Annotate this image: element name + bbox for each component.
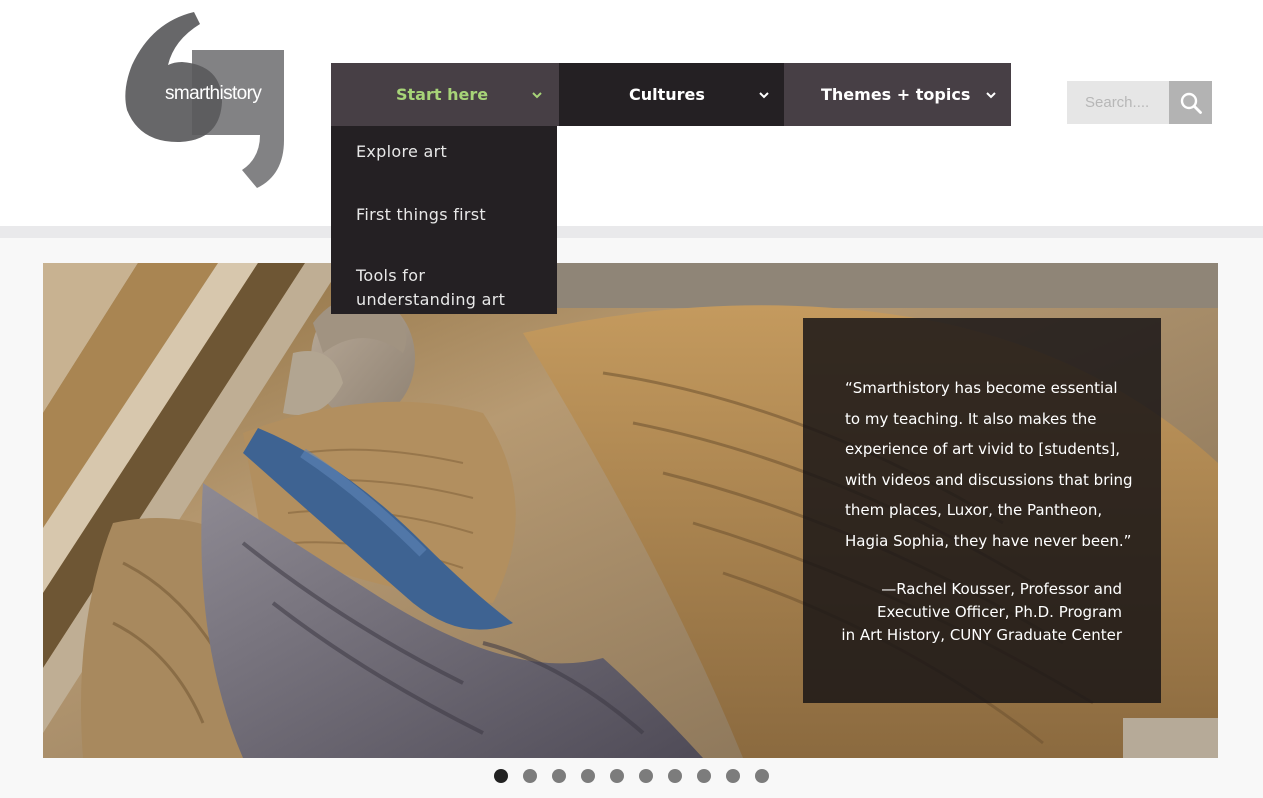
- testimonial-attribution: —Rachel Kousser, Professor and Executive…: [841, 580, 1122, 644]
- search-input[interactable]: [1067, 81, 1169, 124]
- chevron-down-icon: [532, 92, 542, 99]
- carousel-dot[interactable]: [755, 769, 769, 783]
- search-icon: [1180, 92, 1202, 114]
- carousel-dot[interactable]: [639, 769, 653, 783]
- carousel-dot[interactable]: [494, 769, 508, 783]
- testimonial-box: “Smarthistory has become essential to my…: [803, 318, 1161, 703]
- nav-item-label: Start here: [396, 85, 489, 104]
- dropdown-item-tools-for-understanding-art[interactable]: Tools for understanding art: [356, 264, 546, 312]
- carousel-dot[interactable]: [697, 769, 711, 783]
- dropdown-item-first-things-first[interactable]: First things first: [356, 203, 546, 227]
- logo-text: smarthistory: [165, 83, 262, 104]
- nav-item-label: Themes + topics: [821, 85, 971, 104]
- carousel-dots: [494, 769, 784, 783]
- carousel-dot[interactable]: [581, 769, 595, 783]
- search-bar: [1067, 81, 1212, 124]
- chevron-down-icon: [759, 92, 769, 99]
- carousel-dot[interactable]: [523, 769, 537, 783]
- start-here-dropdown: Explore art First things first Tools for…: [331, 126, 557, 314]
- main-nav: Start here Cultures Themes + topics: [331, 63, 1011, 126]
- carousel-dot[interactable]: [552, 769, 566, 783]
- smarthistory-logo[interactable]: smarthistory: [122, 10, 290, 192]
- chevron-down-icon: [986, 92, 996, 99]
- dropdown-item-explore-art[interactable]: Explore art: [356, 140, 546, 164]
- carousel-dot[interactable]: [726, 769, 740, 783]
- testimonial-quote: “Smarthistory has become essential to my…: [845, 379, 1133, 550]
- carousel-dot[interactable]: [668, 769, 682, 783]
- search-button[interactable]: [1169, 81, 1212, 124]
- header-divider: [0, 226, 1263, 238]
- nav-item-cultures[interactable]: Cultures: [559, 63, 784, 126]
- nav-item-themes-topics[interactable]: Themes + topics: [784, 63, 1011, 126]
- nav-item-start-here[interactable]: Start here: [331, 63, 559, 126]
- carousel-dot[interactable]: [610, 769, 624, 783]
- nav-item-label: Cultures: [629, 85, 705, 104]
